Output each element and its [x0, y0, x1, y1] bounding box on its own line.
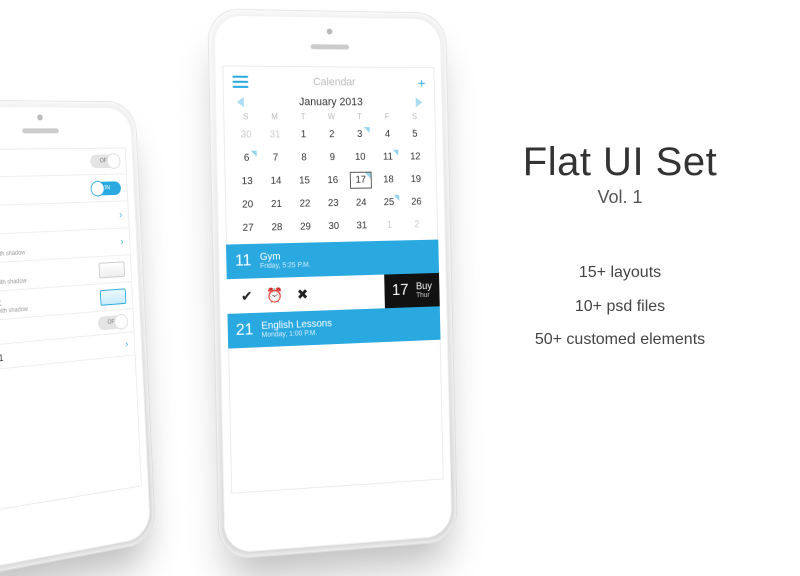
toggle-switch[interactable]: ON	[91, 181, 121, 195]
calendar-day[interactable]: 17	[347, 169, 375, 192]
calendar-day[interactable]: 15	[290, 169, 319, 192]
promo-subtitle: Vol. 1	[470, 187, 770, 208]
calendar-day[interactable]: 18	[374, 168, 402, 191]
calendar-day[interactable]: 1	[289, 123, 318, 146]
event-subtitle: Thur	[416, 292, 432, 299]
calendar-day[interactable]: 27	[233, 216, 262, 240]
event-row[interactable]: 21English LessonsMonday, 1:00 P.M.	[227, 306, 440, 348]
phone-speaker-icon	[22, 128, 59, 133]
weekday-label: S	[231, 110, 260, 123]
calendar-day[interactable]: 16	[318, 169, 347, 192]
prev-month-button[interactable]	[237, 97, 244, 107]
calendar-day[interactable]: 4	[373, 123, 401, 146]
calendar-day[interactable]: 12	[401, 146, 429, 169]
calendar-day[interactable]: 28	[262, 216, 291, 240]
chevron-right-icon: ›	[125, 339, 128, 350]
calendar-day[interactable]: 30	[319, 215, 348, 239]
calendar-weekday-header: SMTWTFS	[223, 110, 435, 123]
calendar-day[interactable]: 14	[261, 170, 290, 194]
month-label: January 2013	[299, 96, 363, 108]
calendar-day[interactable]: 19	[402, 168, 430, 191]
calendar-day[interactable]: 3	[346, 123, 374, 146]
calendar-day[interactable]: 22	[291, 192, 320, 216]
phone-camera-icon	[37, 114, 43, 120]
weekday-label: W	[317, 110, 345, 123]
phone-camera-icon	[327, 28, 333, 34]
event-subtitle: Monday, 1:00 P.M.	[261, 329, 332, 339]
settings-row[interactable]: Title 11borderOFF	[0, 147, 127, 178]
weekday-label: T	[289, 110, 318, 123]
keyboard-icon[interactable]	[100, 288, 126, 306]
toggle-switch[interactable]: OFF	[98, 314, 128, 330]
phone-mockup-settings: Title 11borderOFFTitle 11.1borderONTitle…	[0, 99, 156, 576]
promo-title: Flat UI Set	[470, 140, 770, 185]
chevron-right-icon: ›	[120, 236, 123, 247]
phone-mockup-calendar: Calendar + January 2013 SMTWTFS 30311234…	[207, 8, 458, 560]
calendar-day[interactable]: 26	[402, 191, 430, 214]
calendar-day[interactable]: 5	[401, 123, 429, 146]
settings-row-title: Title 13.1	[0, 340, 129, 366]
phone-speaker-icon	[311, 44, 349, 49]
calendar-day[interactable]: 2	[317, 123, 346, 146]
calendar-day[interactable]: 9	[318, 146, 347, 169]
calendar-day[interactable]: 31	[348, 214, 376, 237]
calendar-day[interactable]: 10	[346, 146, 374, 169]
calendar-day[interactable]: 2	[403, 213, 431, 236]
keyboard-icon[interactable]	[99, 261, 126, 278]
event-title: Buy	[416, 281, 432, 292]
check-icon[interactable]: ✔	[241, 287, 253, 305]
chevron-right-icon: ›	[119, 209, 122, 220]
calendar-day[interactable]: 29	[291, 215, 320, 239]
event-subtitle: Friday, 5:25 P.M.	[260, 262, 311, 270]
calendar-day[interactable]: 6	[232, 147, 261, 171]
calendar-day[interactable]: 20	[233, 193, 262, 217]
calendar-day[interactable]: 13	[232, 170, 261, 194]
clock-icon[interactable]: ⏰	[266, 286, 283, 304]
calendar-day[interactable]: 23	[319, 192, 348, 215]
calendar-day[interactable]: 30	[231, 123, 260, 146]
phone-mockup-stage: Title 11borderOFFTitle 11.1borderONTitle…	[0, 0, 460, 533]
event-list: 11GymFriday, 5:25 P.M.✔⏰✖17BuyThur21Engl…	[226, 240, 441, 349]
screen-title: Calendar	[313, 76, 356, 88]
event-day: 17	[384, 281, 416, 300]
promo-feature: 10+ psd files	[470, 290, 770, 324]
menu-icon[interactable]	[232, 76, 248, 88]
next-month-button[interactable]	[416, 97, 423, 107]
calendar-day[interactable]: 24	[347, 191, 375, 214]
calendar-day[interactable]: 7	[261, 146, 290, 169]
promo-feature: 50+ customed elements	[470, 323, 770, 357]
weekday-label: F	[373, 110, 401, 123]
x-icon[interactable]: ✖	[297, 285, 309, 302]
calendar-screen: Calendar + January 2013 SMTWTFS 30311234…	[222, 65, 443, 493]
add-event-button[interactable]: +	[418, 75, 426, 91]
calendar-day[interactable]: 8	[290, 146, 319, 169]
calendar-grid: 3031123456789101112131415161718192021222…	[223, 123, 438, 240]
event-day: 21	[228, 321, 262, 341]
toggle-switch[interactable]: OFF	[90, 154, 120, 168]
calendar-day[interactable]: 11	[374, 146, 402, 169]
calendar-day[interactable]: 25	[375, 191, 403, 214]
calendar-day[interactable]: 1	[375, 214, 403, 237]
promo-feature: 15+ layouts	[470, 256, 770, 290]
weekday-label: T	[345, 110, 373, 123]
settings-list: Title 11borderOFFTitle 11.1borderONTitle…	[0, 147, 136, 373]
settings-screen: Title 11borderOFFTitle 11.1borderONTitle…	[0, 147, 142, 515]
promo-panel: Flat UI Set Vol. 1 15+ layouts 10+ psd f…	[470, 140, 770, 357]
weekday-label: M	[260, 110, 289, 123]
calendar-day[interactable]: 21	[262, 193, 291, 217]
event-day: 11	[226, 252, 260, 271]
promo-features: 15+ layouts 10+ psd files 50+ customed e…	[470, 256, 770, 357]
calendar-day[interactable]: 31	[260, 123, 289, 146]
weekday-label: S	[401, 110, 429, 123]
